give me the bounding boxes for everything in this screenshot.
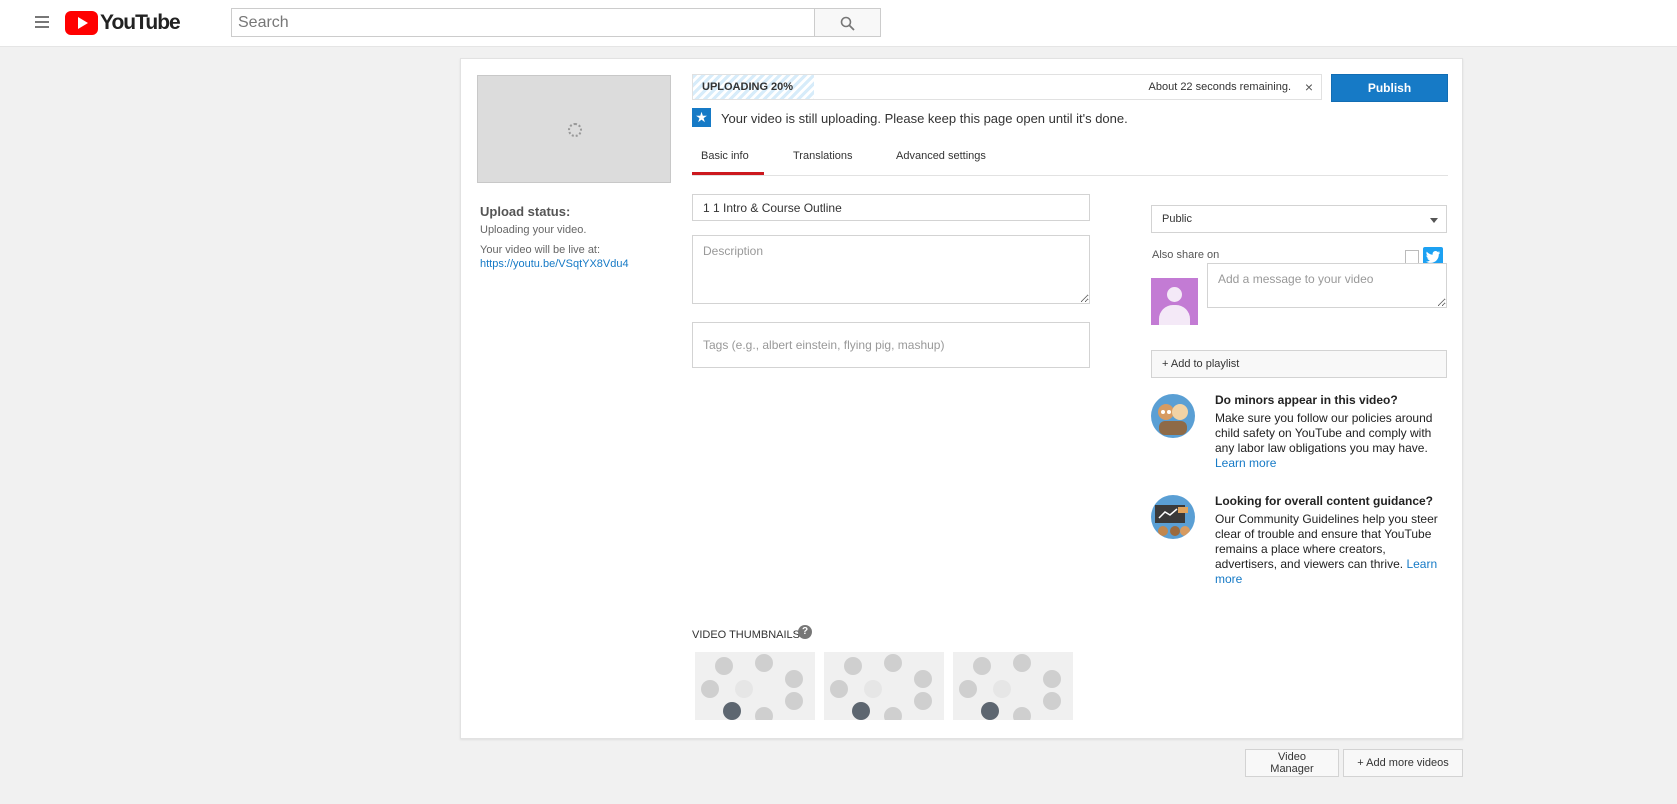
loading-dot-icon [959, 680, 977, 698]
tab-basic-info[interactable]: Basic info [701, 150, 749, 162]
progress-label: UPLOADING 20% [702, 81, 794, 93]
loading-dot-icon [852, 702, 870, 720]
play-logo-icon [65, 11, 98, 35]
loading-dot-icon [884, 654, 902, 672]
chevron-down-icon [1430, 218, 1438, 223]
privacy-select[interactable]: Public [1151, 205, 1447, 233]
avatar [1151, 278, 1198, 325]
add-more-videos-button[interactable]: + Add more videos [1343, 749, 1463, 777]
child-safety-icon [1151, 394, 1195, 438]
loading-dot-icon [993, 680, 1011, 698]
loading-dot-icon [785, 692, 803, 710]
loading-dot-icon [973, 657, 991, 675]
upload-notice: Your video is still uploading. Please ke… [721, 111, 1128, 126]
search-button[interactable] [814, 8, 881, 37]
loading-dot-icon [914, 692, 932, 710]
upload-progress-bar: UPLOADING 20% About 22 seconds remaining… [692, 74, 1322, 100]
thumbnail-option[interactable] [953, 652, 1073, 720]
share-message-input[interactable] [1207, 263, 1447, 308]
active-tab-indicator [692, 172, 764, 175]
loading-dot-icon [914, 670, 932, 688]
tags-input[interactable] [692, 322, 1090, 368]
add-to-playlist-button[interactable]: + Add to playlist [1151, 350, 1447, 378]
title-input[interactable] [692, 194, 1090, 221]
guidance-minors-title: Do minors appear in this video? [1215, 393, 1398, 407]
loading-dot-icon [1013, 707, 1031, 720]
loading-dot-icon [701, 680, 719, 698]
add-more-videos-label: Add more videos [1366, 757, 1449, 769]
community-guidelines-icon [1151, 495, 1195, 539]
loading-dot-icon [830, 680, 848, 698]
share-checkbox[interactable] [1405, 250, 1419, 264]
cancel-upload-icon[interactable]: × [1305, 79, 1313, 95]
guidance-minors-body: Make sure you follow our policies around… [1215, 411, 1433, 470]
loading-dot-icon [723, 702, 741, 720]
upload-status-text: Uploading your video. [480, 224, 587, 236]
loading-spinner-icon [568, 123, 582, 137]
loading-dot-icon [1043, 670, 1061, 688]
upload-status-heading: Upload status: [480, 204, 571, 219]
loading-dot-icon [884, 707, 902, 720]
description-input[interactable] [692, 235, 1090, 304]
loading-dot-icon [755, 654, 773, 672]
thumbnail-option[interactable] [824, 652, 944, 720]
learn-more-link[interactable]: Learn more [1215, 456, 1276, 470]
tab-bar: Basic info Translations Advanced setting… [692, 132, 1448, 176]
loading-dot-icon [735, 680, 753, 698]
search-input[interactable] [231, 8, 815, 37]
loading-dot-icon [844, 657, 862, 675]
tab-translations[interactable]: Translations [793, 150, 853, 162]
thumbnail-option[interactable] [695, 652, 815, 720]
guidance-content-title: Looking for overall content guidance? [1215, 494, 1434, 508]
loading-dot-icon [785, 670, 803, 688]
loading-dot-icon [755, 707, 773, 720]
logo-text: YouTube [100, 11, 181, 34]
privacy-value: Public [1162, 213, 1192, 225]
star-icon: ★ [692, 108, 711, 127]
loading-dot-icon [981, 702, 999, 720]
video-manager-button[interactable]: Video Manager [1245, 749, 1339, 777]
video-thumbnails-label: VIDEO THUMBNAILS [692, 629, 800, 641]
loading-dot-icon [864, 680, 882, 698]
help-icon[interactable]: ? [798, 625, 812, 639]
plus-icon: + [1357, 757, 1367, 769]
publish-button[interactable]: Publish [1331, 74, 1448, 102]
loading-dot-icon [1043, 692, 1061, 710]
youtube-logo[interactable]: YouTube [65, 10, 181, 36]
loading-dot-icon [715, 657, 733, 675]
masthead: YouTube [0, 0, 1677, 47]
share-label: Also share on [1152, 249, 1220, 261]
video-preview [477, 75, 671, 183]
tab-advanced-settings[interactable]: Advanced settings [896, 150, 986, 162]
menu-icon[interactable] [35, 16, 49, 28]
video-url-link[interactable]: https://youtu.be/VSqtYX8Vdu4 [480, 258, 629, 270]
guidance-content-body: Our Community Guidelines help you steer … [1215, 512, 1438, 586]
upload-panel: Upload status: Uploading your video. You… [460, 58, 1463, 739]
loading-dot-icon [1013, 654, 1031, 672]
time-remaining: About 22 seconds remaining. [1148, 81, 1291, 93]
live-at-text: Your video will be live at: [480, 244, 601, 256]
search-icon [840, 16, 855, 31]
